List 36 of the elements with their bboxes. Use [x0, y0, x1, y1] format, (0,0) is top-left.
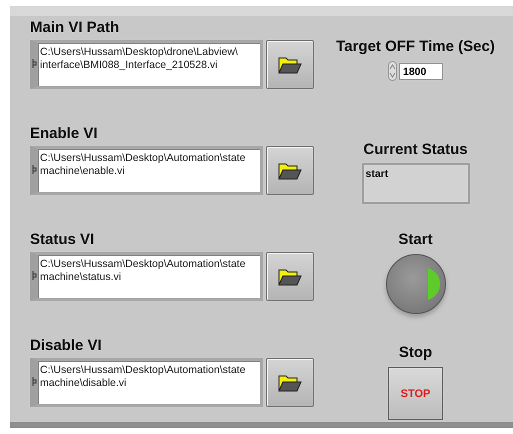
path-field[interactable]: C:\Users\Hussam\Desktop\Automation\state machine\status.vi: [30, 252, 263, 301]
browse-button[interactable]: [266, 146, 314, 195]
folder-icon: [278, 268, 302, 286]
path-text: machine\enable.vi: [40, 165, 126, 178]
path-field[interactable]: C:\Users\Hussam\Desktop\drone\Labview\ interface\BMI088_Interface_210528.vi: [30, 40, 263, 89]
numeric-field[interactable]: 1800: [399, 62, 443, 80]
path-icon: [32, 271, 37, 280]
path-icon: [32, 59, 37, 68]
path-text: machine\disable.vi: [40, 377, 128, 390]
path-text: C:\Users\Hussam\Desktop\Automation\state: [40, 258, 246, 271]
path-field[interactable]: C:\Users\Hussam\Desktop\Automation\state machine\disable.vi: [30, 358, 263, 407]
stop-label: Stop: [398, 344, 432, 361]
folder-icon: [278, 162, 302, 180]
path-icon: [32, 165, 37, 174]
spinner-icon[interactable]: [388, 61, 397, 81]
path-text: C:\Users\Hussam\Desktop\Automation\state: [40, 152, 246, 165]
path-label: Enable VI: [30, 125, 99, 142]
path-field[interactable]: C:\Users\Hussam\Desktop\Automation\state machine\enable.vi: [30, 146, 263, 195]
path-text: C:\Users\Hussam\Desktop\drone\Labview\: [40, 46, 238, 59]
start-label: Start: [398, 231, 433, 248]
path-label: Disable VI: [30, 337, 103, 354]
start-button[interactable]: [386, 254, 446, 314]
folder-icon: [278, 56, 302, 74]
status-indicator: start: [362, 163, 470, 204]
browse-button[interactable]: [266, 358, 314, 407]
path-text: C:\Users\Hussam\Desktop\Automation\state: [40, 364, 246, 377]
path-icon: [32, 377, 37, 386]
browse-button[interactable]: [266, 252, 314, 301]
folder-icon: [278, 374, 302, 392]
path-text: machine\status.vi: [40, 271, 122, 284]
path-label: Status VI: [30, 231, 96, 248]
browse-button[interactable]: [266, 40, 314, 89]
path-label: Main VI Path: [30, 19, 120, 36]
target-off-time-label: Target OFF Time (Sec): [336, 38, 495, 55]
path-text: interface\BMI088_Interface_210528.vi: [40, 59, 218, 72]
current-status-label: Current Status: [363, 141, 468, 158]
